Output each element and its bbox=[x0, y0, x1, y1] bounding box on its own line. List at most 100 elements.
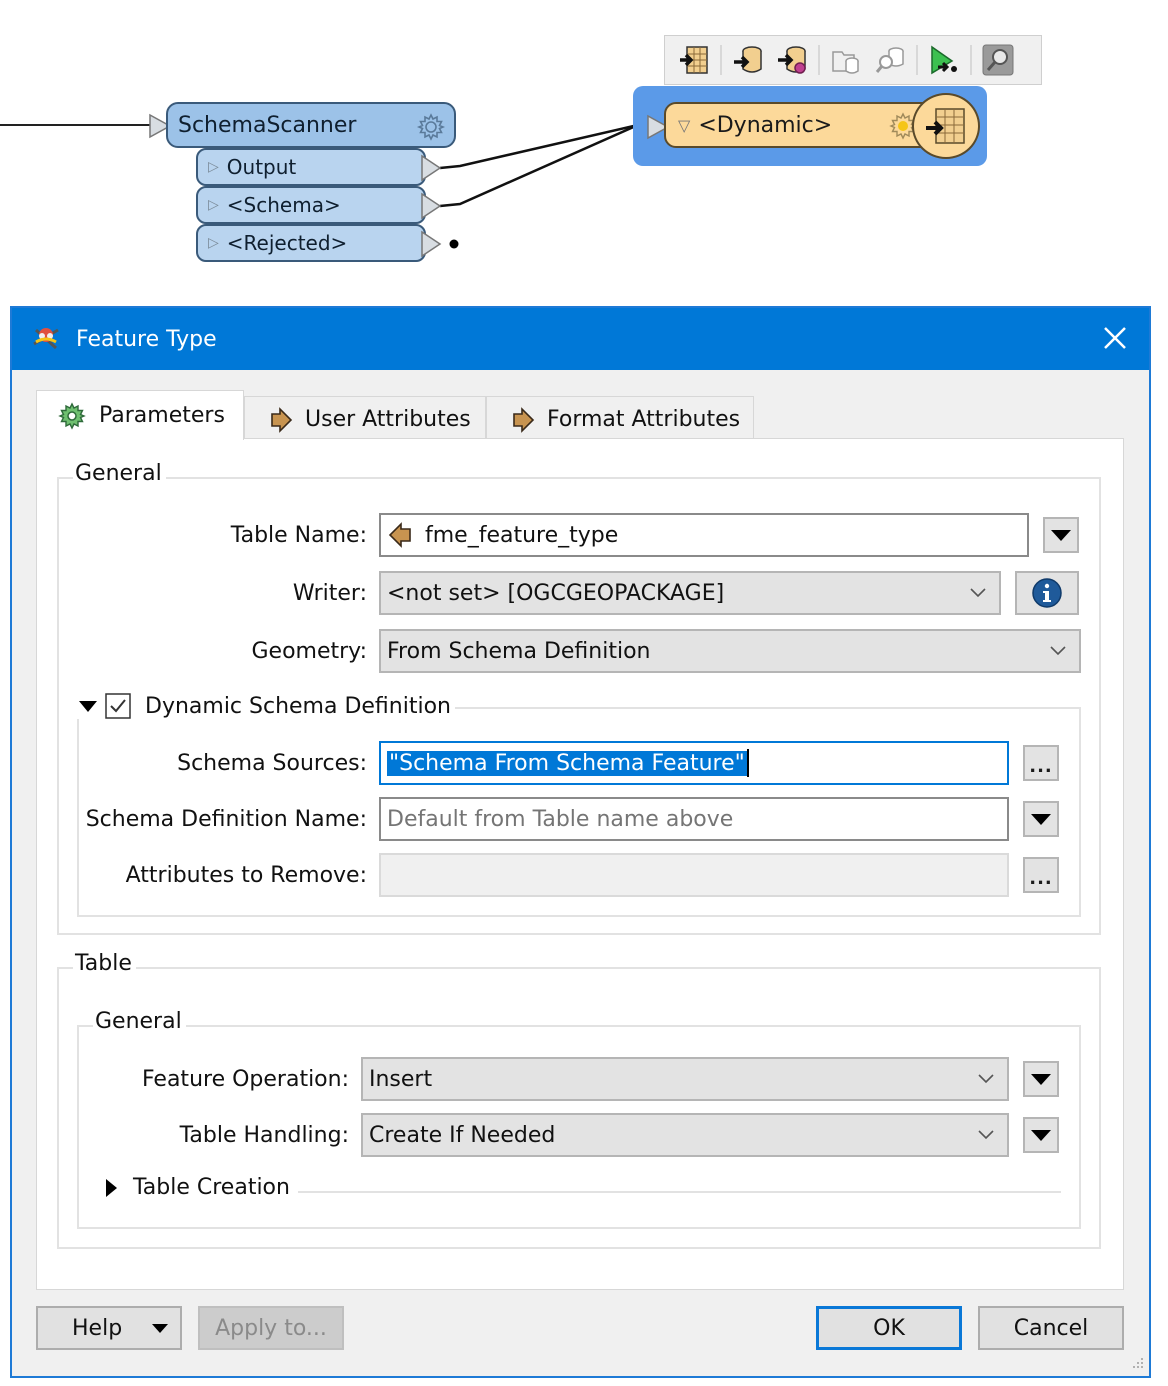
resize-grip-icon[interactable] bbox=[1129, 1356, 1145, 1372]
table-writer-icon[interactable] bbox=[912, 93, 980, 159]
writer-select[interactable]: <not set> [OGCGEOPACKAGE] bbox=[379, 571, 1001, 615]
inspect-dataset-icon[interactable] bbox=[869, 40, 911, 80]
apply-to-label: Apply to... bbox=[215, 1315, 327, 1341]
writer-settings-icon[interactable] bbox=[771, 40, 813, 80]
schema-sources-input[interactable]: "Schema From Schema Feature" bbox=[379, 741, 1009, 785]
table-handling-select[interactable]: Create If Needed bbox=[361, 1113, 1009, 1157]
table-name-input[interactable]: fme_feature_type bbox=[379, 513, 1029, 557]
expand-triangle-icon[interactable] bbox=[103, 1177, 119, 1199]
table-handling-value: Create If Needed bbox=[369, 1122, 556, 1148]
rejected-port-end bbox=[449, 239, 459, 249]
expand-triangle-icon[interactable]: ▷ bbox=[208, 197, 219, 213]
rejected-port-icon[interactable] bbox=[421, 230, 442, 258]
attributes-remove-browse-button[interactable]: ... bbox=[1023, 857, 1059, 893]
collapse-triangle-icon[interactable]: ▽ bbox=[678, 116, 690, 135]
tab-label: Format Attributes bbox=[547, 407, 741, 432]
help-button[interactable]: Help bbox=[36, 1306, 182, 1350]
dynamic-writer-node[interactable]: ▽ <Dynamic> bbox=[664, 102, 944, 148]
schema-port-icon[interactable] bbox=[421, 192, 442, 220]
attributes-remove-input[interactable] bbox=[379, 853, 1009, 897]
port-label: Output bbox=[226, 155, 297, 179]
schema-def-name-menu-button[interactable] bbox=[1023, 801, 1059, 837]
writer-value: <not set> [OGCGEOPACKAGE] bbox=[387, 580, 725, 606]
port-label: <Rejected> bbox=[226, 231, 348, 255]
table-creation-section[interactable]: Table Creation bbox=[101, 1175, 298, 1200]
schemascanner-node[interactable]: SchemaScanner bbox=[166, 102, 456, 148]
toolbar-separator bbox=[818, 45, 820, 75]
chevron-down-icon bbox=[970, 588, 986, 598]
feature-operation-value: Insert bbox=[369, 1066, 433, 1092]
dialog-titlebar[interactable]: Feature Type bbox=[12, 308, 1149, 370]
add-writer-icon[interactable] bbox=[727, 40, 769, 80]
toolbar-separator bbox=[970, 45, 972, 75]
schema-def-name-input[interactable] bbox=[379, 797, 1009, 841]
ellipsis-icon: ... bbox=[1029, 755, 1053, 777]
ellipsis-icon: ... bbox=[1029, 867, 1053, 889]
chevron-down-icon bbox=[978, 1130, 994, 1140]
table-name-menu-button[interactable] bbox=[1043, 517, 1079, 553]
schema-sources-value: "Schema From Schema Feature" bbox=[387, 750, 747, 776]
text-cursor bbox=[746, 749, 749, 777]
tab-user-attributes[interactable]: User Attributes bbox=[244, 396, 486, 442]
apply-to-button[interactable]: Apply to... bbox=[198, 1306, 344, 1350]
feature-operation-menu-button[interactable] bbox=[1023, 1061, 1059, 1097]
table-legend: Table bbox=[73, 951, 136, 976]
port-schema[interactable]: ▷ <Schema> bbox=[196, 186, 426, 224]
schema-sources-browse-button[interactable]: ... bbox=[1023, 745, 1059, 781]
output-port-icon[interactable] bbox=[421, 154, 442, 182]
toolbar-separator bbox=[916, 45, 918, 75]
feature-operation-label: Feature Operation: bbox=[141, 1067, 349, 1092]
toolbar-separator bbox=[720, 45, 722, 75]
geometry-label: Geometry: bbox=[251, 639, 367, 664]
port-label: <Schema> bbox=[226, 193, 341, 217]
connection-output-to-dynamic[interactable] bbox=[439, 123, 639, 170]
tab-label: User Attributes bbox=[305, 407, 471, 432]
connection-schema-to-dynamic[interactable] bbox=[439, 123, 639, 208]
port-output[interactable]: ▷ Output bbox=[196, 148, 426, 186]
open-containing-folder-icon[interactable] bbox=[825, 40, 867, 80]
collapse-triangle-icon[interactable] bbox=[79, 700, 97, 712]
info-icon bbox=[1032, 578, 1062, 608]
table-general-legend: General bbox=[93, 1009, 186, 1034]
writer-label: Writer: bbox=[292, 581, 367, 606]
feature-operation-select[interactable]: Insert bbox=[361, 1057, 1009, 1101]
writer-title: <Dynamic> bbox=[698, 112, 833, 138]
help-dropdown-icon[interactable] bbox=[152, 1324, 168, 1333]
dynamic-schema-checkbox[interactable] bbox=[105, 693, 131, 719]
zoom-icon[interactable] bbox=[977, 40, 1019, 80]
schema-def-name-field[interactable] bbox=[381, 799, 1007, 839]
writer-info-button[interactable] bbox=[1015, 571, 1079, 615]
table-handling-menu-button[interactable] bbox=[1023, 1117, 1059, 1153]
schemascanner-title: SchemaScanner bbox=[178, 112, 357, 138]
expand-triangle-icon[interactable]: ▷ bbox=[208, 235, 219, 251]
writer-toolbar bbox=[664, 35, 1042, 85]
chevron-down-icon bbox=[1050, 646, 1066, 656]
tab-label: Parameters bbox=[99, 403, 225, 428]
table-creation-title: Table Creation bbox=[133, 1175, 290, 1200]
dynamic-schema-title: Dynamic Schema Definition bbox=[145, 693, 451, 719]
schema-sources-label: Schema Sources: bbox=[177, 751, 367, 776]
parameters-panel: General Table Name: fme_feature_type Wri… bbox=[36, 438, 1124, 1290]
feature-type-writer-icon[interactable] bbox=[673, 40, 715, 80]
geometry-select[interactable]: From Schema Definition bbox=[379, 629, 1081, 673]
triangle-down-icon bbox=[1031, 813, 1051, 825]
triangle-down-icon bbox=[1051, 529, 1071, 541]
tab-parameters[interactable]: Parameters bbox=[36, 390, 244, 440]
dialog-title: Feature Type bbox=[76, 326, 217, 352]
tab-format-attributes[interactable]: Format Attributes bbox=[486, 396, 754, 442]
help-label: Help bbox=[72, 1315, 123, 1341]
ok-button[interactable]: OK bbox=[816, 1306, 962, 1350]
cancel-label: Cancel bbox=[1013, 1315, 1089, 1341]
dynamic-schema-legend: Dynamic Schema Definition bbox=[77, 693, 455, 719]
triangle-down-icon bbox=[1031, 1129, 1051, 1141]
table-name-value: fme_feature_type bbox=[425, 522, 619, 548]
port-rejected[interactable]: ▷ <Rejected> bbox=[196, 224, 426, 262]
output-port-arrows bbox=[421, 154, 442, 258]
cancel-button[interactable]: Cancel bbox=[978, 1306, 1124, 1350]
close-icon[interactable] bbox=[1097, 320, 1133, 356]
expand-triangle-icon[interactable]: ▷ bbox=[208, 159, 219, 175]
general-legend: General bbox=[73, 461, 166, 486]
run-to-this-icon[interactable] bbox=[923, 40, 965, 80]
gear-icon[interactable] bbox=[416, 112, 446, 142]
chevron-down-icon bbox=[978, 1074, 994, 1084]
